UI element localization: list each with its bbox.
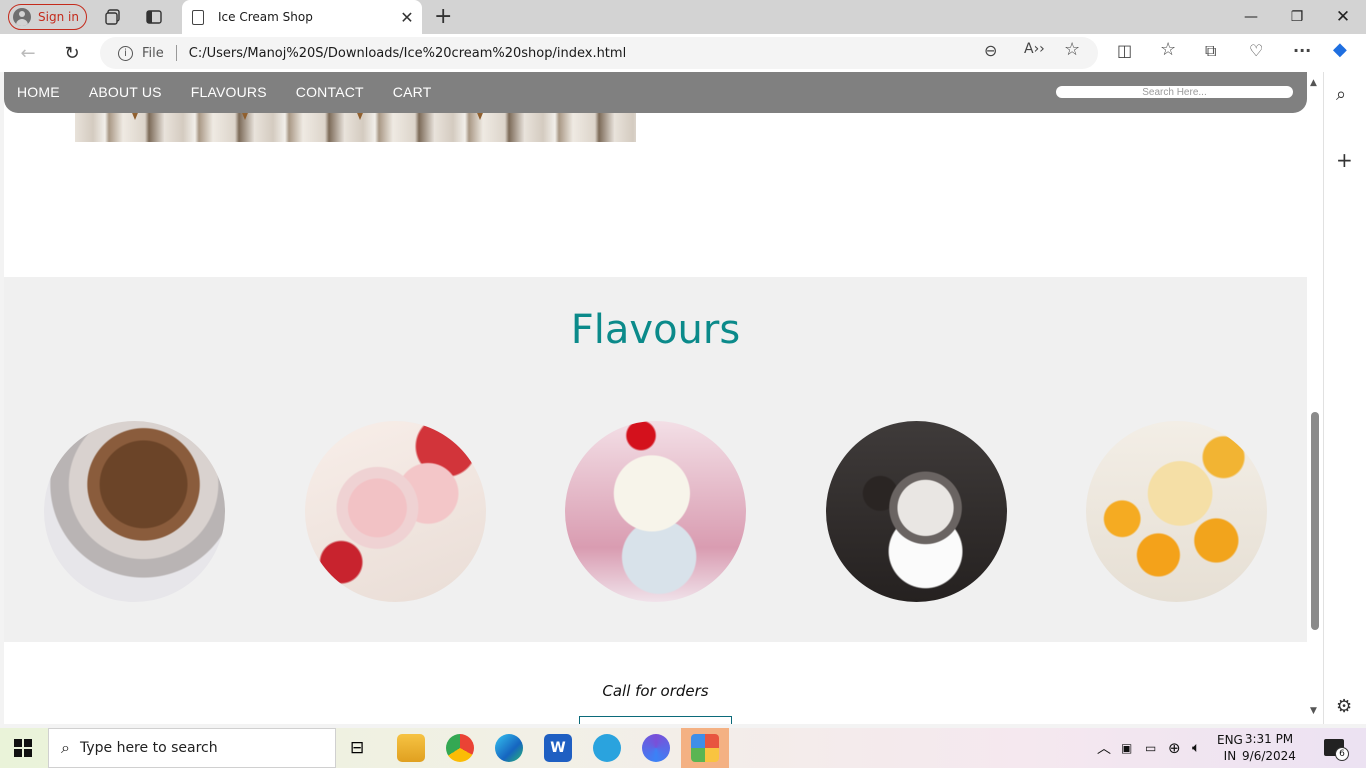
region-code: IN <box>1223 749 1237 763</box>
nav-flavours[interactable]: FLAVOURS <box>191 84 267 100</box>
address-scheme: File <box>142 45 164 61</box>
notification-icon[interactable]: 6 <box>1324 739 1349 761</box>
flavours-section: Flavours <box>4 277 1307 642</box>
strawberry-ice-cream-image[interactable] <box>305 421 486 602</box>
sidebar-settings-icon[interactable]: ⚙ <box>1336 696 1352 717</box>
paint-app-icon <box>691 734 719 762</box>
new-tab-icon[interactable]: + <box>434 4 452 29</box>
sign-in-label: Sign in <box>38 10 79 24</box>
taskbar-clock[interactable]: 3:31 PM 9/6/2024 <box>1240 731 1298 765</box>
add-sidebar-icon[interactable]: + <box>1336 148 1353 172</box>
taskbar-search[interactable]: ⌕ Type here to search <box>48 728 336 768</box>
url-text[interactable]: C:/Users/Manoj%20S/Downloads/Ice%20cream… <box>189 46 626 61</box>
chrome-icon[interactable] <box>446 734 474 762</box>
mango-ice-cream-image[interactable] <box>1086 421 1267 602</box>
nav-cart[interactable]: CART <box>393 84 432 100</box>
clock-date: 9/6/2024 <box>1242 749 1296 763</box>
tab-actions-icon[interactable] <box>145 8 163 26</box>
address-bar[interactable]: i File C:/Users/Manoj%20S/Downloads/Ice%… <box>100 37 1098 69</box>
edge-icon[interactable] <box>495 734 523 762</box>
workspaces-icon[interactable] <box>104 8 122 26</box>
restore-icon[interactable]: ❐ <box>1274 0 1320 34</box>
zoom-out-icon[interactable]: ⊖ <box>984 41 997 60</box>
task-view-icon[interactable]: ⊟ <box>350 738 364 758</box>
active-app-tile[interactable] <box>681 728 729 768</box>
search-icon: ⌕ <box>61 738 70 757</box>
close-tab-icon[interactable]: ✕ <box>392 8 422 27</box>
browser-sidebar: ⌕ + ⚙ <box>1323 72 1366 724</box>
tab-ice-cream-shop[interactable]: Ice Cream Shop ✕ <box>182 0 422 34</box>
profile-icon <box>13 8 31 26</box>
word-icon[interactable]: W <box>544 734 572 762</box>
battery-icon[interactable]: ▭ <box>1145 728 1156 768</box>
site-navbar: HOME ABOUT US FLAVOURS CONTACT CART <box>4 72 1307 113</box>
show-hidden-icons[interactable]: ︿ <box>1097 728 1111 768</box>
app-icon[interactable] <box>642 734 670 762</box>
nav-home[interactable]: HOME <box>17 84 60 100</box>
page-scrollbar[interactable]: ▲ ▼ <box>1307 72 1323 724</box>
order-box <box>579 716 732 724</box>
nav-about-us[interactable]: ABOUT US <box>89 84 162 100</box>
scroll-up-icon[interactable]: ▲ <box>1310 78 1317 88</box>
favorites-icon[interactable]: ☆ <box>1160 39 1176 60</box>
notification-count: 6 <box>1335 747 1349 761</box>
nav-links: HOME ABOUT US FLAVOURS CONTACT CART <box>17 72 460 112</box>
meet-now-icon[interactable]: ▣ <box>1121 728 1132 768</box>
minimize-icon[interactable]: — <box>1228 0 1274 34</box>
refresh-icon[interactable]: ↻ <box>61 42 83 64</box>
site-search-input[interactable] <box>1056 86 1293 98</box>
address-separator <box>175 45 177 61</box>
scroll-down-icon[interactable]: ▼ <box>1310 706 1317 716</box>
vanilla-ice-cream-image[interactable] <box>565 421 746 602</box>
scroll-thumb[interactable] <box>1311 412 1319 630</box>
clock-time: 3:31 PM <box>1244 732 1294 746</box>
cookies-and-cream-ice-cream-image[interactable] <box>826 421 1007 602</box>
language-code: ENG <box>1217 733 1243 747</box>
sign-in-button[interactable]: Sign in <box>8 4 87 30</box>
search-sidebar-icon[interactable]: ⌕ <box>1336 84 1346 105</box>
close-window-icon[interactable]: ✕ <box>1320 0 1366 34</box>
call-for-orders-label: Call for orders <box>602 682 709 700</box>
file-explorer-icon[interactable] <box>397 734 425 762</box>
back-icon[interactable]: ← <box>17 42 39 64</box>
network-icon[interactable]: ⊕ <box>1168 728 1181 768</box>
language-indicator[interactable]: ENG IN <box>1217 728 1243 768</box>
flavours-heading: Flavours <box>570 307 741 353</box>
nav-contact[interactable]: CONTACT <box>296 84 364 100</box>
taskbar-search-placeholder: Type here to search <box>79 740 218 756</box>
more-menu-icon[interactable]: ··· <box>1293 41 1311 60</box>
browser-essentials-icon[interactable]: ♡ <box>1249 41 1263 60</box>
page-icon <box>192 9 204 25</box>
split-screen-icon[interactable]: ◫ <box>1117 41 1132 60</box>
copilot-icon[interactable]: ◆ <box>1333 39 1347 60</box>
read-aloud-icon[interactable]: A›› <box>1024 41 1045 57</box>
tab-strip: Sign in Ice Cream Shop ✕ + — ❐ ✕ <box>0 0 1366 34</box>
windows-start-icon[interactable] <box>14 739 32 757</box>
browser-toolbar: ← ↻ i File C:/Users/Manoj%20S/Downloads/… <box>0 34 1366 72</box>
volume-icon[interactable]: 🔈︎ <box>1192 728 1200 768</box>
chocolate-ice-cream-image[interactable] <box>44 421 225 602</box>
page-viewport: HOME ABOUT US FLAVOURS CONTACT CART Flav… <box>4 72 1307 724</box>
windows-taskbar: ⌕ Type here to search ⊟ W ︿ ▣ ▭ ⊕ 🔈︎ ENG… <box>0 728 1366 768</box>
collections-icon[interactable]: ⧉ <box>1205 41 1216 61</box>
info-icon[interactable]: i <box>118 45 133 61</box>
telegram-icon[interactable] <box>593 734 621 762</box>
favorite-star-icon[interactable]: ☆ <box>1064 39 1080 60</box>
tab-title: Ice Cream Shop <box>218 10 313 24</box>
